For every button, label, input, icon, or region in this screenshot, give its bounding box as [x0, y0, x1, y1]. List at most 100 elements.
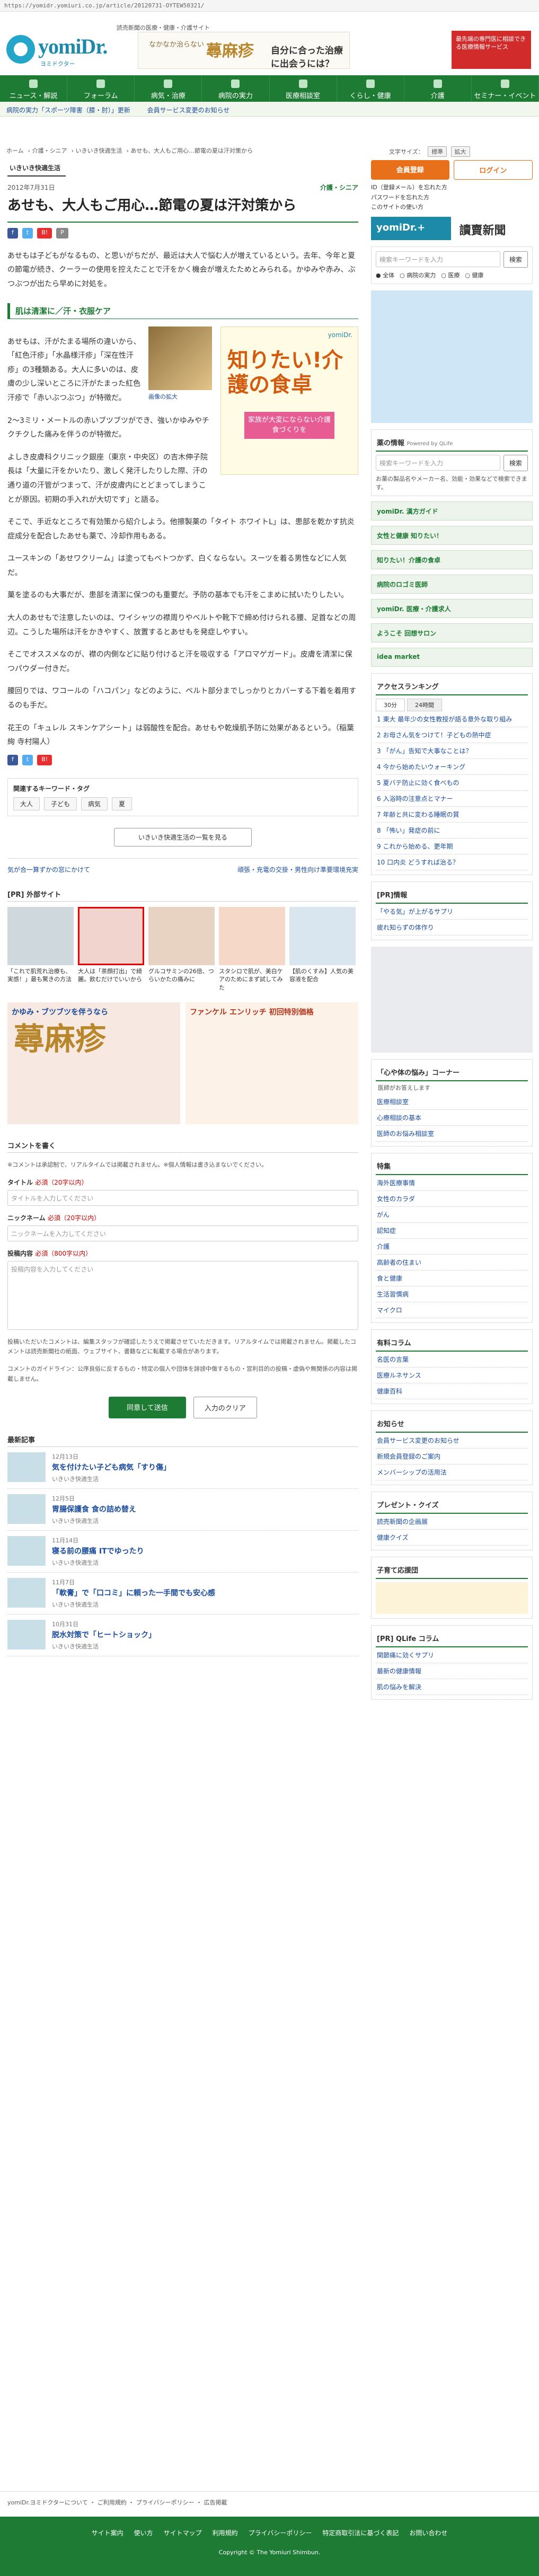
list-item[interactable]: 10月31日 脱水対策で「ヒートショック」 いきいき快適生活: [7, 1615, 358, 1657]
present-link[interactable]: 読売新聞の企画展: [376, 1514, 528, 1530]
feature-link[interactable]: 海外医療事情: [376, 1175, 528, 1192]
notice-link[interactable]: 会員サービス変更のお知らせ: [376, 1433, 528, 1449]
footer-link[interactable]: サイト案内: [92, 2528, 123, 2537]
article-photo[interactable]: [148, 326, 212, 390]
side-banner[interactable]: idea market: [371, 648, 533, 667]
side-banner[interactable]: ようこそ 回想サロン: [371, 623, 533, 643]
submit-button[interactable]: 同意して送信: [109, 1397, 186, 1419]
ranking-item[interactable]: 3 「がん」告知で大事なことは？: [376, 743, 528, 760]
kosodate-banner[interactable]: [376, 1582, 528, 1615]
search-input[interactable]: 検索キーワードを入力: [376, 251, 500, 268]
yomidr-plus-banner[interactable]: yomiDr.+: [371, 217, 451, 241]
prev-article-link[interactable]: 気が合一算ずかの窓にかけて: [7, 865, 90, 874]
list-item[interactable]: 12月5日 胃腸保護食 食の詰め替え いきいき快適生活: [7, 1489, 358, 1531]
paid-column-link[interactable]: 名医の言葉: [376, 1352, 528, 1368]
ranking-item[interactable]: 1 東大 最年少の女性教授が語る意外な取り組み: [376, 711, 528, 728]
radio-hospital[interactable]: ○ 病院の実力: [400, 271, 436, 279]
consult-link[interactable]: 医療相談室: [376, 1094, 528, 1110]
comment-nickname-input[interactable]: ニックネームを入力してください: [7, 1225, 358, 1241]
login-help-link[interactable]: ID（登録メール）を忘れた方: [371, 183, 533, 193]
article-category[interactable]: いきいき快適生活: [7, 160, 66, 177]
nav-seminar[interactable]: セミナー・イベント: [472, 75, 539, 102]
side-banner[interactable]: 知りたい！介護の食卓: [371, 550, 533, 570]
ad-box-fancl[interactable]: ファンケル エンリッチ 初回特別価格: [185, 1002, 358, 1124]
drug-search-input[interactable]: 検索キーワードを入力: [376, 455, 500, 471]
list-item[interactable]: 12月13日 気を付けたい子ども病気「すり傷」 いきいき快適生活: [7, 1447, 358, 1489]
ranking-item[interactable]: 2 お母さん気をつけて！子どもの熱中症: [376, 727, 528, 744]
comment-body-textarea[interactable]: 投稿内容を入力してください: [7, 1260, 358, 1330]
twitter-share-icon[interactable]: t: [22, 227, 33, 239]
ranking-item[interactable]: 5 夏バテ防止に効く食べもの: [376, 775, 528, 791]
login-help-link[interactable]: パスワードを忘れた方: [371, 193, 533, 203]
facebook-share-icon[interactable]: f: [7, 754, 18, 765]
tab-24h[interactable]: 24時間: [407, 699, 442, 712]
footer-link[interactable]: 使い方: [134, 2528, 153, 2537]
qlife-pr-link[interactable]: 最新の健康情報: [376, 1663, 528, 1680]
pr-link[interactable]: 「やる気」が上がるサプリ: [376, 904, 528, 920]
side-banner[interactable]: 病院のロゴミ医師: [371, 575, 533, 594]
paid-column-link[interactable]: 医療ルネサンス: [376, 1368, 528, 1384]
ad-box-hives[interactable]: かゆみ・ブツブツを伴うなら 蕁麻疹: [7, 1002, 180, 1124]
feature-link[interactable]: 介護: [376, 1239, 528, 1255]
member-register-button[interactable]: 会員登録: [371, 160, 449, 180]
radio-all[interactable]: ● 全体: [376, 271, 394, 279]
ranking-item[interactable]: 4 今から始めたいウォーキング: [376, 759, 528, 775]
side-banner[interactable]: yomiDr. 漢方ガイド: [371, 501, 533, 521]
tag-item[interactable]: 子ども: [44, 797, 77, 810]
footer-link[interactable]: 利用規約: [213, 2528, 238, 2537]
tag-item[interactable]: 夏: [112, 797, 132, 810]
nav-disease[interactable]: 病気・治療: [135, 75, 202, 102]
car-ad-block[interactable]: [371, 947, 533, 1053]
login-button[interactable]: ログイン: [453, 160, 533, 180]
nav-consult[interactable]: 医療相談室: [270, 75, 337, 102]
login-help-link[interactable]: このサイトの使い方: [371, 202, 533, 213]
nav-hospital[interactable]: 病院の実力: [202, 75, 270, 102]
feature-link[interactable]: 生活習慣病: [376, 1286, 528, 1303]
facebook-share-icon[interactable]: f: [7, 227, 18, 239]
ranking-item[interactable]: 8 「怖い」発症の前に: [376, 823, 528, 839]
browser-url-bar[interactable]: https://yomidr.yomiuri.co.jp/article/201…: [0, 0, 539, 12]
present-link[interactable]: 健康クイズ: [376, 1530, 528, 1546]
nav-life[interactable]: くらし・健康: [337, 75, 404, 102]
more-articles-button[interactable]: いきいき快適生活の一覧を見る: [114, 827, 252, 846]
image-enlarge-link[interactable]: 画像の拡大: [148, 392, 212, 401]
pre-footer-links[interactable]: yomiDr.ヨミドクターについて ・ ご利用規約 ・ プライバシーポリシー ・…: [0, 2491, 539, 2512]
side-banner[interactable]: yomiDr. 医療・介護求人: [371, 599, 533, 619]
pr-link[interactable]: 疲れ知らずの体作り: [376, 920, 528, 936]
subnav-link[interactable]: 病院の実力「スポーツ障害（膝・肘）」更新: [6, 107, 130, 114]
text-size-std-button[interactable]: 標準: [428, 146, 447, 157]
header-ad-side[interactable]: 最先端の専門医に相談できる医療情報サービス: [452, 31, 531, 69]
twitter-share-icon[interactable]: t: [22, 754, 33, 765]
breadcrumb-home[interactable]: ホーム: [6, 147, 24, 154]
qlife-pr-link[interactable]: 関節痛に効くサプリ: [376, 1647, 528, 1664]
tag-item[interactable]: 大人: [13, 797, 40, 810]
nav-forum[interactable]: フォーラム: [67, 75, 135, 102]
breadcrumb-item[interactable]: 介護・シニア: [32, 147, 67, 154]
radio-health[interactable]: ○ 健康: [465, 271, 483, 279]
feature-link[interactable]: マイクロ: [376, 1302, 528, 1319]
list-item[interactable]: 11月7日 「軟膏」で「口コミ」に頼った一手間でも安心感 いきいき快適生活: [7, 1573, 358, 1615]
feature-link[interactable]: 女性のカラダ: [376, 1191, 528, 1207]
clear-button[interactable]: 入力のクリア: [193, 1397, 257, 1419]
feature-link[interactable]: がん: [376, 1207, 528, 1223]
footer-link[interactable]: プライバシーポリシー: [249, 2528, 312, 2537]
pr-item[interactable]: グルコサミンの26倍、つらいかたの痛みに: [148, 906, 215, 992]
pr-item[interactable]: 【肌のくすみ】人気の美容液を配合: [289, 906, 356, 992]
footer-link[interactable]: 特定商取引法に基づく表記: [322, 2528, 399, 2537]
feature-link[interactable]: 食と健康: [376, 1271, 528, 1287]
footer-link[interactable]: サイトマップ: [164, 2528, 202, 2537]
tag-item[interactable]: 病気: [81, 797, 108, 810]
list-item[interactable]: 11月14日 寝る前の腰痛 ITでゆったり いきいき快適生活: [7, 1531, 358, 1573]
nav-care[interactable]: 介護: [404, 75, 472, 102]
qlife-pr-link[interactable]: 肌の悩みを解決: [376, 1679, 528, 1696]
care-banner[interactable]: yomiDr. 知りたい!介護の食卓 家族が大変にならない介護食づくりを: [220, 326, 358, 507]
search-button[interactable]: 検索: [503, 251, 528, 268]
paid-column-link[interactable]: 健康百科: [376, 1383, 528, 1400]
pr-item[interactable]: スタシロで肌が、美白ケアのためにまず試してみた: [219, 906, 285, 992]
pr-item[interactable]: 大人は「茶顔打出」で綺麗。飲むだけでいいから: [78, 906, 144, 992]
hatena-share-icon[interactable]: B!: [37, 754, 52, 765]
hatena-share-icon[interactable]: B!: [37, 227, 52, 239]
pr-item[interactable]: 「これで肌荒れ治療も、実感！」最も驚きの方法: [7, 906, 74, 992]
article-section[interactable]: 介護・シニア: [320, 183, 358, 192]
side-ad-block[interactable]: [371, 290, 533, 424]
